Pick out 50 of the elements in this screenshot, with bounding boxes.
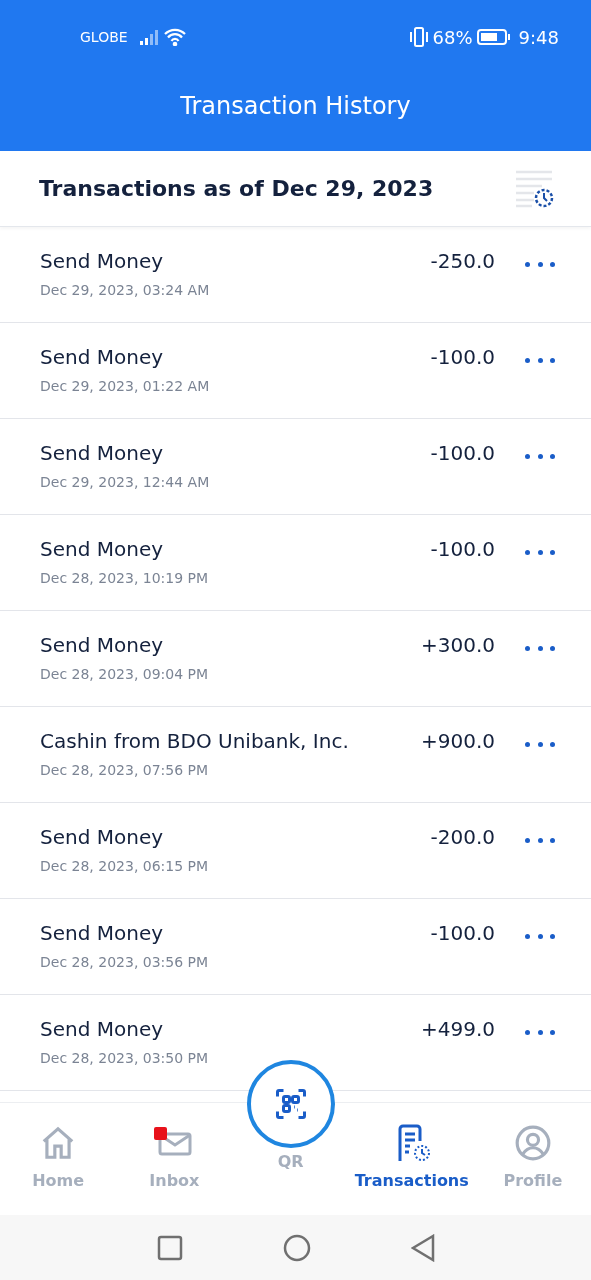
transaction-amount: -100.0 (430, 536, 495, 561)
transaction-amount: -200.0 (430, 824, 495, 849)
transaction-title: Send Money (40, 1017, 165, 1041)
transaction-title: Send Money (40, 825, 165, 849)
transaction-row[interactable]: Send Money Dec 29, 2023, 03:24 AM -250.0 (0, 227, 591, 323)
wifi-icon (163, 28, 186, 46)
transaction-date: Dec 29, 2023, 03:24 AM (40, 282, 211, 298)
transaction-row[interactable]: Send Money Dec 28, 2023, 03:56 PM -100.0 (0, 899, 591, 995)
transaction-amount: -100.0 (430, 920, 495, 945)
transaction-date: Dec 28, 2023, 07:56 PM (40, 762, 210, 778)
transaction-amount: -100.0 (430, 344, 495, 369)
transaction-date: Dec 28, 2023, 03:56 PM (40, 954, 210, 970)
transaction-title: Cashin from BDO Unibank, Inc. (40, 729, 350, 753)
transaction-row[interactable]: Cashin from BDO Unibank, Inc. Dec 28, 2023, 07:56 PM +900.0 (0, 707, 591, 803)
transaction-title: Send Money (40, 345, 165, 369)
section-title: Transactions as of Dec 29, 2023 (39, 176, 435, 201)
history-filter-icon[interactable] (513, 168, 555, 209)
transaction-row[interactable]: Send Money Dec 28, 2023, 06:15 PM -200.0 (0, 803, 591, 899)
transaction-row[interactable]: Send Money Dec 29, 2023, 12:44 AM -100.0 (0, 419, 591, 515)
transaction-amount: -100.0 (430, 440, 495, 465)
vibrate-icon (408, 26, 429, 48)
transaction-amount: +900.0 (421, 728, 495, 753)
clock-time: 9:48 (518, 26, 559, 48)
back-icon[interactable] (410, 1233, 435, 1262)
transaction-amount: +300.0 (421, 632, 495, 657)
signal-icon (139, 29, 160, 45)
transaction-row[interactable]: Send Money Dec 28, 2023, 09:04 PM +300.0 (0, 611, 591, 707)
transaction-amount: -250.0 (430, 248, 495, 273)
transaction-date: Dec 28, 2023, 06:15 PM (40, 858, 210, 874)
transaction-row[interactable]: Send Money Dec 28, 2023, 10:19 PM -100.0 (0, 515, 591, 611)
nav-tab[interactable]: Transactions (348, 1103, 475, 1215)
transaction-title: Send Money (40, 921, 165, 945)
battery-icon (476, 28, 511, 46)
transaction-title: Send Money (40, 441, 165, 465)
profile-icon (513, 1124, 552, 1162)
carrier-name: GLOBE (80, 29, 128, 45)
transaction-date: Dec 29, 2023, 12:44 AM (40, 474, 211, 490)
transaction-amount: +499.0 (421, 1016, 495, 1041)
transaction-row[interactable]: Send Money Dec 29, 2023, 01:22 AM -100.0 (0, 323, 591, 419)
transaction-title: Send Money (40, 537, 165, 561)
transaction-date: Dec 28, 2023, 10:19 PM (40, 570, 210, 586)
transaction-date: Dec 28, 2023, 03:50 PM (40, 1050, 210, 1066)
transaction-title: Send Money (40, 633, 165, 657)
battery-percent: 68% (432, 26, 473, 48)
transaction-date: Dec 28, 2023, 09:04 PM (40, 666, 210, 682)
recents-icon[interactable] (156, 1234, 183, 1261)
screen-title: Transaction History (180, 91, 411, 120)
home-circle-icon[interactable] (282, 1233, 311, 1262)
transaction-date: Dec 29, 2023, 01:22 AM (40, 378, 211, 394)
transaction-title: Send Money (40, 249, 165, 273)
